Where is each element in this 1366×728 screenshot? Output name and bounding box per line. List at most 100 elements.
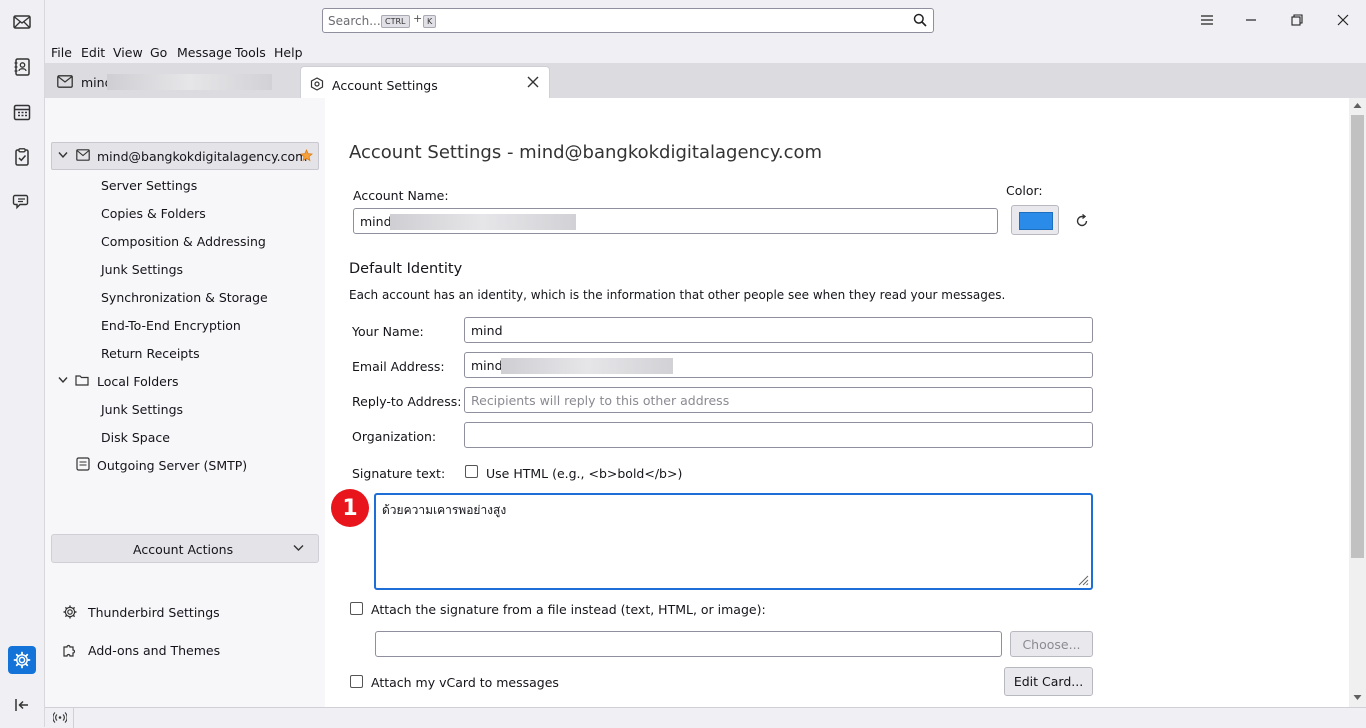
account-name-value: mind: [360, 214, 392, 229]
menu-message[interactable]: Message: [177, 45, 232, 60]
addons-themes-link[interactable]: Add-ons and Themes: [88, 643, 220, 658]
global-search-box[interactable]: Search... CTRL + K: [322, 8, 934, 33]
spaces-toolbar: [0, 0, 45, 727]
content-scrollbar[interactable]: [1349, 98, 1366, 707]
identity-description: Each account has an identity, which is t…: [349, 288, 1006, 302]
scroll-up-icon[interactable]: [1353, 102, 1362, 109]
settings-tab-icon: [310, 77, 324, 91]
sidebar-outgoing-server[interactable]: Outgoing Server (SMTP): [97, 458, 247, 473]
account-actions-button[interactable]: Account Actions: [51, 534, 319, 563]
online-status-icon[interactable]: [53, 711, 67, 724]
default-star-icon: [300, 149, 313, 162]
attach-signature-label: Attach the signature from a file instead…: [371, 602, 766, 617]
thunderbird-settings-link[interactable]: Thunderbird Settings: [88, 605, 220, 620]
reset-color-icon[interactable]: [1075, 214, 1089, 228]
menu-tools[interactable]: Tools: [235, 45, 266, 60]
address-book-icon[interactable]: [8, 53, 36, 81]
resize-grip-icon[interactable]: [1078, 575, 1089, 586]
sidebar-item-sync[interactable]: Synchronization & Storage: [101, 290, 268, 305]
sidebar-item-junk[interactable]: Junk Settings: [101, 262, 183, 277]
sidebar-local-junk[interactable]: Junk Settings: [101, 402, 183, 417]
sidebar-account-row[interactable]: mind@bangkokdigitalagency.com: [51, 142, 319, 170]
folder-icon: [75, 375, 89, 386]
redacted-block: [501, 358, 673, 374]
sidebar-item-receipts[interactable]: Return Receipts: [101, 346, 200, 361]
tab-mail[interactable]: mind: [45, 63, 297, 98]
tab-bar: mind Account Settings: [45, 63, 1366, 99]
your-name-label: Your Name:: [352, 324, 424, 339]
attach-vcard-checkbox[interactable]: [350, 675, 363, 688]
sidebar-item-copies-folders[interactable]: Copies & Folders: [101, 206, 206, 221]
collapse-spaces-icon[interactable]: [8, 691, 36, 719]
kbd-plus: +: [413, 12, 423, 25]
settings-gear-icon[interactable]: [8, 646, 36, 674]
signature-text: ด้วยความเคารพอย่างสูง: [382, 503, 507, 517]
email-label: Email Address:: [352, 359, 445, 374]
calendar-icon[interactable]: [8, 98, 36, 126]
menu-bar: File Edit View Go Message Tools Help: [45, 43, 1366, 64]
sidebar-item-server-settings[interactable]: Server Settings: [101, 178, 197, 193]
page-title: Account Settings - mind@bangkokdigitalag…: [349, 142, 823, 163]
search-icon[interactable]: [913, 13, 927, 27]
chevron-down-icon: [293, 545, 304, 551]
account-settings-pane: Account Settings - mind@bangkokdigitalag…: [325, 98, 1349, 707]
sidebar-item-composition[interactable]: Composition & Addressing: [101, 234, 266, 249]
attach-signature-checkbox[interactable]: [350, 602, 363, 615]
email-field[interactable]: mind: [464, 352, 1093, 378]
menu-go[interactable]: Go: [150, 45, 167, 60]
menu-file[interactable]: File: [51, 45, 72, 60]
account-name-field[interactable]: mind: [353, 208, 998, 234]
tab-account-settings[interactable]: Account Settings: [300, 66, 550, 99]
menu-help[interactable]: Help: [274, 45, 303, 60]
default-identity-heading: Default Identity: [349, 261, 463, 277]
signature-textarea[interactable]: ด้วยความเคารพอย่างสูง: [374, 493, 1093, 590]
sidebar-local-folders[interactable]: Local Folders: [97, 374, 179, 389]
close-tab-icon[interactable]: [526, 75, 540, 89]
signature-label: Signature text:: [352, 466, 446, 481]
inbox-icon: [57, 75, 73, 88]
close-window-icon[interactable]: [1331, 8, 1355, 32]
your-name-field[interactable]: mind: [464, 317, 1093, 343]
status-bar: [45, 707, 1366, 728]
organization-field[interactable]: [464, 422, 1093, 448]
mail-icon[interactable]: [8, 8, 36, 36]
redacted-block: [390, 214, 576, 230]
reply-to-label: Reply-to Address:: [352, 394, 462, 409]
color-swatch: [1019, 212, 1053, 230]
menu-view[interactable]: View: [113, 45, 143, 60]
reply-to-field[interactable]: Recipients will reply to this other addr…: [464, 387, 1093, 413]
organization-label: Organization:: [352, 429, 437, 444]
redacted-block: [107, 74, 272, 90]
app-menu-icon[interactable]: [1195, 8, 1219, 32]
status-divider: [73, 708, 74, 728]
attach-vcard-label: Attach my vCard to messages: [371, 675, 559, 690]
scroll-down-icon[interactable]: [1353, 694, 1362, 701]
email-value: mind: [471, 358, 503, 373]
puzzle-icon: [63, 644, 76, 657]
local-folders-chevron-icon[interactable]: [58, 376, 68, 384]
edit-card-button[interactable]: Edit Card...: [1004, 667, 1093, 696]
kbd-ctrl: CTRL: [381, 15, 410, 28]
restore-icon[interactable]: [1285, 8, 1309, 32]
your-name-value: mind: [471, 323, 503, 338]
gear-icon: [63, 605, 77, 619]
chevron-down-icon[interactable]: [58, 151, 68, 159]
tasks-icon[interactable]: [8, 143, 36, 171]
reply-to-placeholder: Recipients will reply to this other addr…: [471, 393, 730, 408]
sidebar-item-e2e[interactable]: End-To-End Encryption: [101, 318, 241, 333]
sidebar-local-disk-space[interactable]: Disk Space: [101, 430, 170, 445]
minimize-icon[interactable]: [1239, 8, 1263, 32]
use-html-checkbox[interactable]: [465, 465, 478, 478]
chat-icon[interactable]: [8, 187, 36, 215]
use-html-label: Use HTML (e.g., <b>bold</b>): [486, 466, 683, 481]
color-picker-button[interactable]: [1011, 205, 1059, 235]
scroll-thumb[interactable]: [1351, 115, 1364, 558]
choose-file-button[interactable]: Choose...: [1010, 631, 1093, 657]
account-name-label: Account Name:: [353, 188, 449, 203]
color-label: Color:: [1006, 183, 1043, 198]
account-mail-icon: [76, 149, 90, 161]
menu-edit[interactable]: Edit: [81, 45, 105, 60]
account-sidebar: mind@bangkokdigitalagency.com Server Set…: [45, 98, 325, 707]
signature-file-path-field[interactable]: [375, 631, 1002, 657]
outgoing-server-icon: [76, 457, 90, 471]
